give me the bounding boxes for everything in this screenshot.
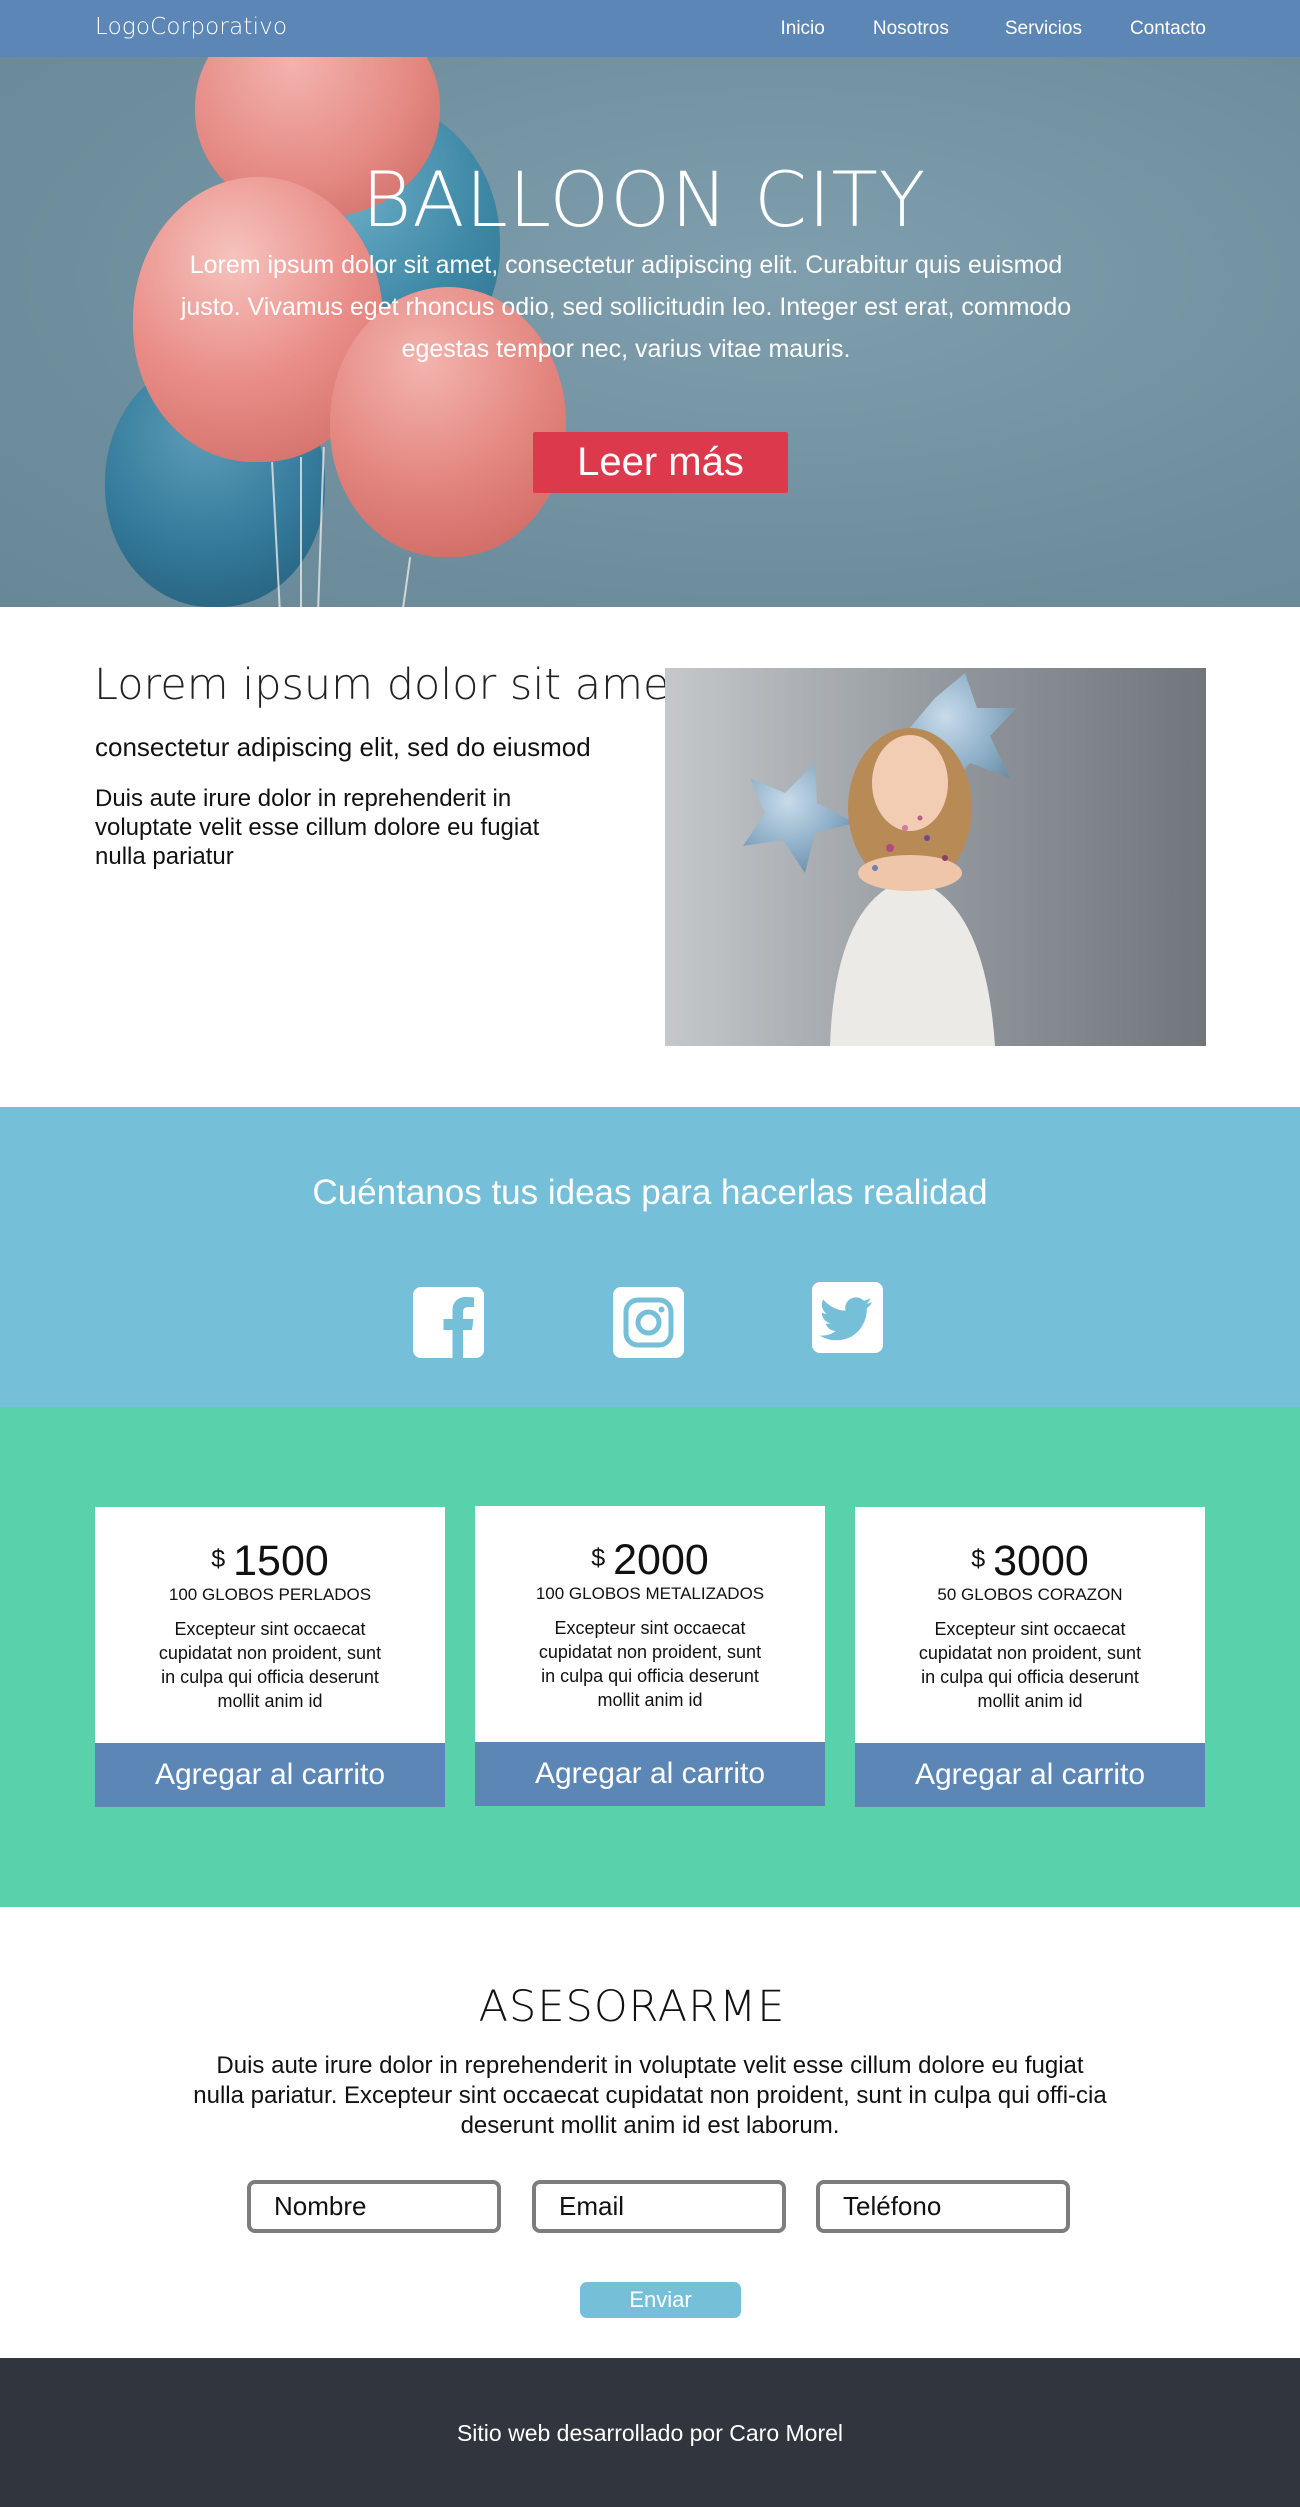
product-description: Excepteur sint occaecat cupidatat non pr…	[538, 1618, 762, 1710]
phone-input[interactable]	[816, 2180, 1070, 2233]
pricing-card: $3000 50 GLOBOS CORAZON Excepteur sint o…	[855, 1507, 1205, 1807]
email-input[interactable]	[532, 2180, 786, 2233]
social-section: Cuéntanos tus ideas para hacerlas realid…	[0, 1107, 1300, 1407]
hero-section: BALLOON CITY Lorem ipsum dolor sit amet,…	[0, 57, 1300, 607]
product-description: Excepteur sint occaecat cupidatat non pr…	[158, 1619, 382, 1711]
woman-face	[872, 735, 948, 831]
hero-title: BALLOON CITY	[361, 155, 927, 244]
photo-illustration	[743, 673, 1017, 1046]
nav-link-inicio[interactable]: Inicio	[780, 18, 824, 40]
currency-symbol: $	[971, 1545, 986, 1573]
footer-credit: Sitio web desarrollado por Caro Morel	[456, 2420, 844, 2446]
top-navbar: LogoCorporativo Inicio Nosotros Servicio…	[0, 0, 1300, 57]
card-price: $2000	[475, 1536, 825, 1585]
currency-symbol: $	[211, 1545, 226, 1573]
add-to-cart-button[interactable]: Agregar al carrito	[475, 1742, 825, 1806]
product-name: 50 GLOBOS CORAZON	[937, 1585, 1123, 1604]
star-balloon-left	[743, 763, 855, 873]
social-title: Cuéntanos tus ideas para hacerlas realid…	[312, 1173, 988, 1212]
nav-link-contacto[interactable]: Contacto	[1130, 18, 1206, 40]
nav-link-servicios[interactable]: Servicios	[1005, 18, 1082, 40]
about-text: Duis aute irure dolor in reprehenderit i…	[95, 785, 540, 870]
balloon-string	[300, 457, 302, 607]
add-to-cart-button[interactable]: Agregar al carrito	[95, 1743, 445, 1807]
product-name: 100 GLOBOS METALIZADOS	[535, 1584, 765, 1603]
balloon-string	[400, 557, 412, 607]
advice-title: ASESORARME	[478, 1982, 786, 2032]
pricing-section: $1500 100 GLOBOS PERLADOS Excepteur sint…	[0, 1407, 1300, 1907]
woman-body	[830, 878, 995, 1046]
twitter-icon[interactable]	[812, 1282, 883, 1353]
instagram-icon[interactable]	[613, 1287, 684, 1358]
price-value: 1500	[233, 1537, 329, 1585]
nav-link-nosotros[interactable]: Nosotros	[873, 18, 949, 40]
logo[interactable]: LogoCorporativo	[95, 14, 287, 40]
read-more-button[interactable]: Leer más	[533, 432, 788, 493]
product-description: Excepteur sint occaecat cupidatat non pr…	[918, 1619, 1142, 1711]
product-name: 100 GLOBOS PERLADOS	[168, 1585, 372, 1604]
advice-description: Duis aute irure dolor in reprehenderit i…	[193, 2052, 1107, 2139]
pricing-card: $2000 100 GLOBOS METALIZADOS Excepteur s…	[475, 1506, 825, 1806]
about-title: Lorem ipsum dolor sit amet	[94, 660, 687, 710]
about-photo-woman-balloons	[665, 668, 1206, 1046]
currency-symbol: $	[591, 1544, 606, 1572]
price-value: 2000	[613, 1536, 709, 1584]
add-to-cart-button[interactable]: Agregar al carrito	[855, 1743, 1205, 1807]
card-price: $1500	[95, 1537, 445, 1586]
name-input[interactable]	[247, 2180, 501, 2233]
pricing-card: $1500 100 GLOBOS PERLADOS Excepteur sint…	[95, 1507, 445, 1807]
facebook-icon[interactable]	[413, 1287, 484, 1358]
price-value: 3000	[993, 1537, 1089, 1585]
hero-description: Lorem ipsum dolor sit amet, consectetur …	[180, 251, 1072, 363]
about-subtitle: consectetur adipiscing elit, sed do eius…	[95, 732, 591, 762]
card-price: $3000	[855, 1537, 1205, 1586]
nav-links: Inicio Nosotros Servicios Contacto	[780, 18, 1206, 40]
footer: Sitio web desarrollado por Caro Morel	[0, 2358, 1300, 2507]
send-button[interactable]: Enviar	[580, 2282, 741, 2318]
